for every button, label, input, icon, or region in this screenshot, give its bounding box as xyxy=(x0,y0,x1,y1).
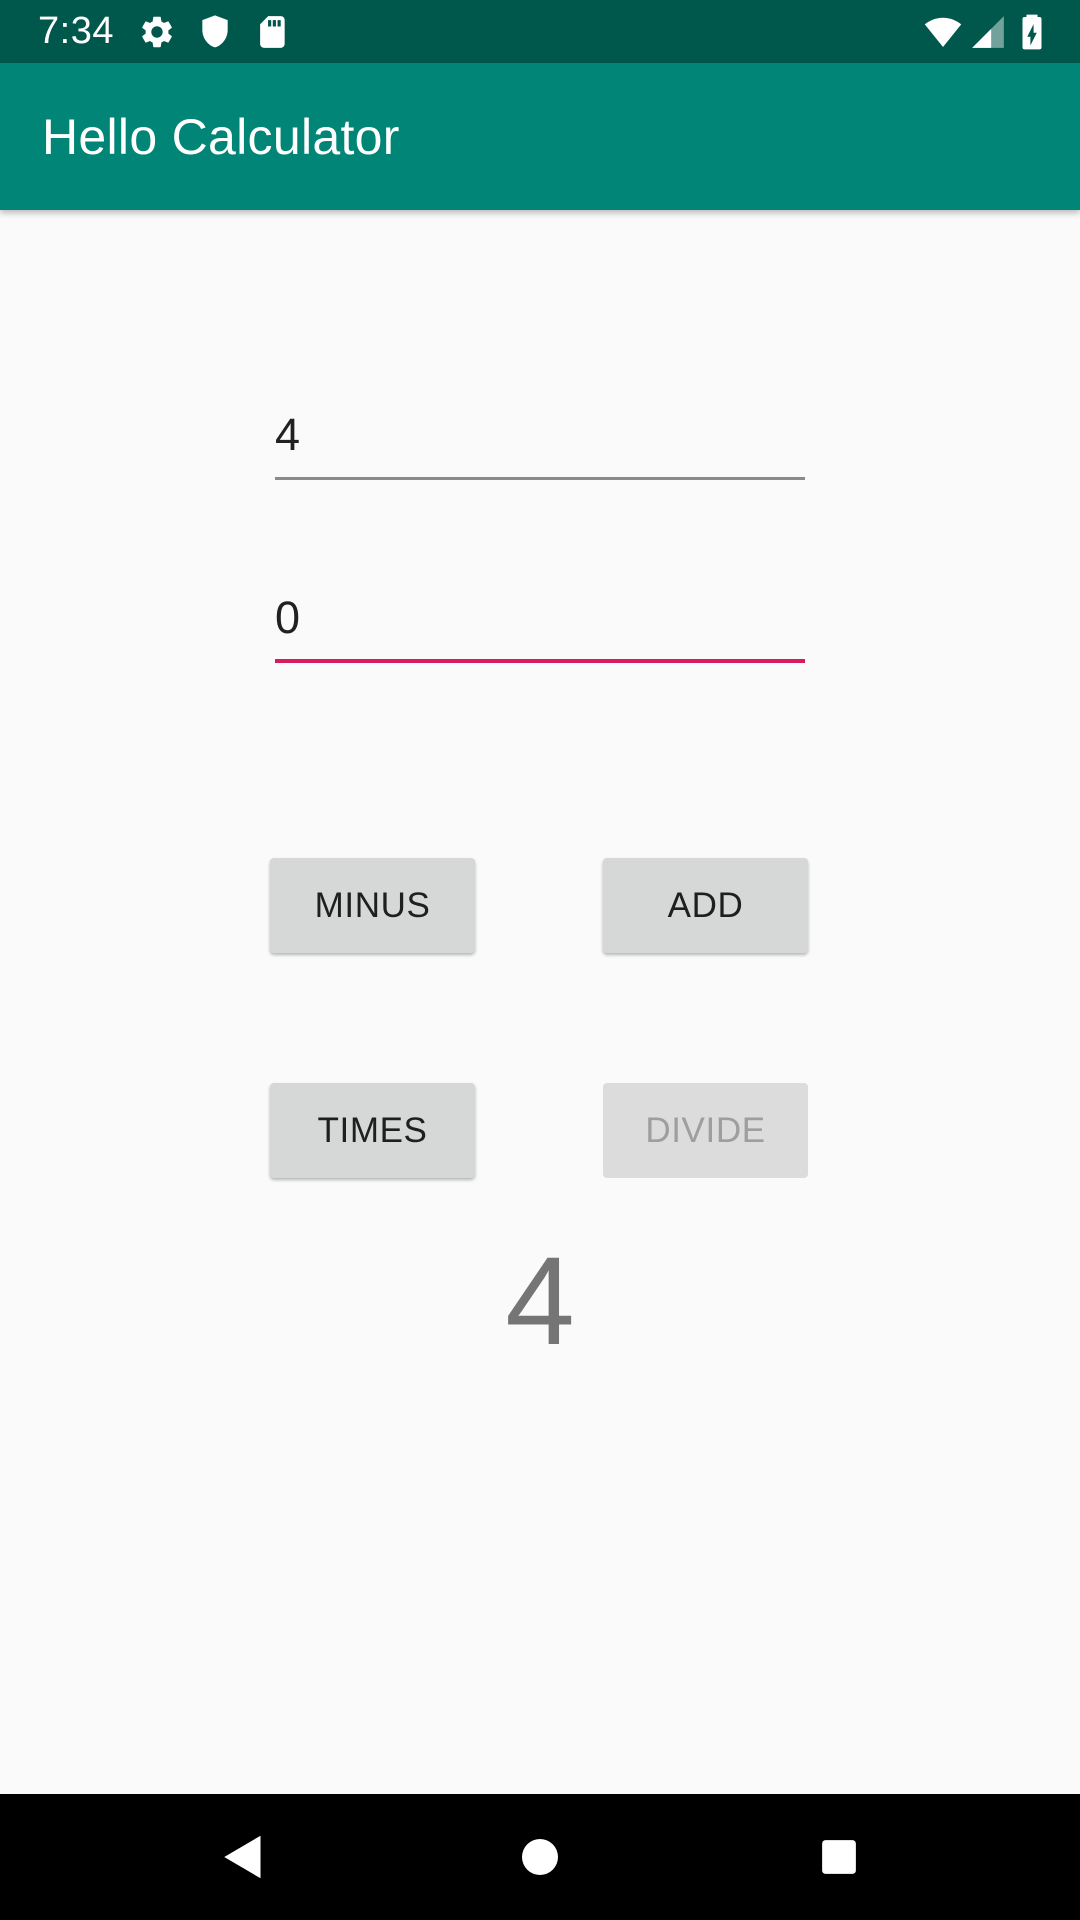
app-bar: Hello Calculator xyxy=(0,63,1080,210)
first-number-underline xyxy=(275,477,805,480)
status-time: 7:34 xyxy=(38,10,114,52)
home-icon[interactable] xyxy=(513,1827,567,1887)
app-title: Hello Calculator xyxy=(42,109,400,165)
shield-icon xyxy=(202,15,228,48)
second-number-field[interactable] xyxy=(275,583,805,663)
second-number-underline xyxy=(275,659,805,663)
status-bar: 7:34 xyxy=(0,0,1080,63)
cellular-signal-icon xyxy=(972,16,1004,48)
first-number-field[interactable] xyxy=(275,400,805,480)
minus-button[interactable]: MINUS xyxy=(270,858,475,953)
navigation-bar xyxy=(0,1794,1080,1920)
back-icon[interactable] xyxy=(213,1827,273,1887)
add-button[interactable]: ADD xyxy=(603,858,808,953)
calculator-content: MINUS ADD TIMES DIVIDE xyxy=(0,210,1080,1794)
times-button[interactable]: TIMES xyxy=(270,1083,475,1178)
divide-button[interactable]: DIVIDE xyxy=(603,1083,808,1178)
result-value: 4 xyxy=(505,1232,575,1371)
wifi-icon xyxy=(924,17,962,48)
first-number-input[interactable] xyxy=(275,400,805,470)
gear-icon xyxy=(142,16,172,48)
recents-icon[interactable] xyxy=(812,1827,866,1887)
sd-card-icon xyxy=(260,16,285,48)
second-number-input[interactable] xyxy=(275,583,805,653)
battery-charging-icon xyxy=(1022,14,1042,50)
